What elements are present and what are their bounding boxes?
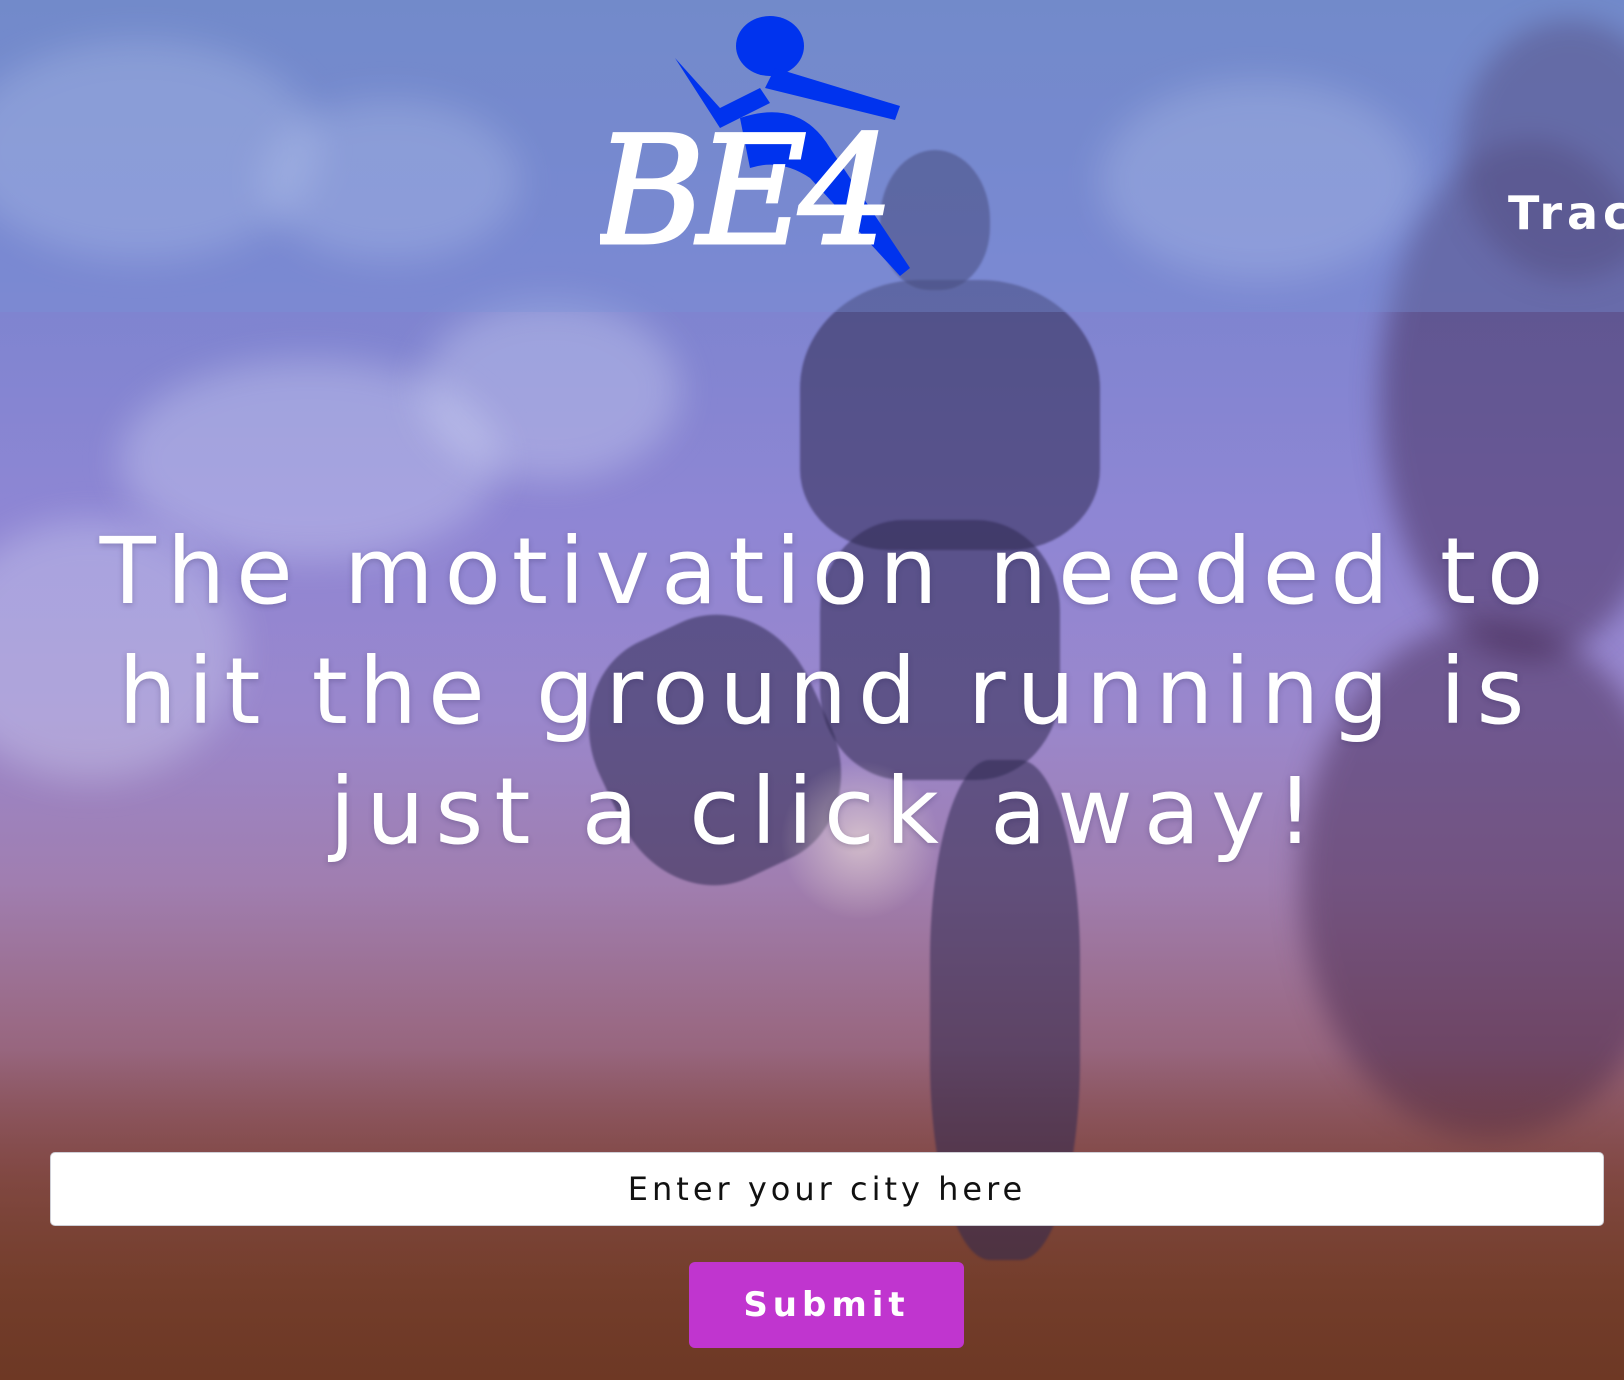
hero-heading: The motivation needed to hit the ground … bbox=[99, 518, 1555, 865]
nav-link-partial[interactable]: Trac bbox=[1508, 186, 1624, 240]
brand-logo[interactable]: BE4 bbox=[600, 8, 970, 288]
site-header: BE4 Trac bbox=[0, 0, 1624, 312]
logo-wordmark: BE4 bbox=[600, 105, 886, 279]
runner-torso bbox=[800, 280, 1100, 550]
hero-background: BE4 Trac The motivation needed to hit th… bbox=[0, 0, 1624, 1380]
city-search-input[interactable] bbox=[50, 1152, 1604, 1226]
submit-button[interactable]: Submit bbox=[689, 1262, 964, 1348]
cloud-decoration bbox=[420, 300, 680, 480]
